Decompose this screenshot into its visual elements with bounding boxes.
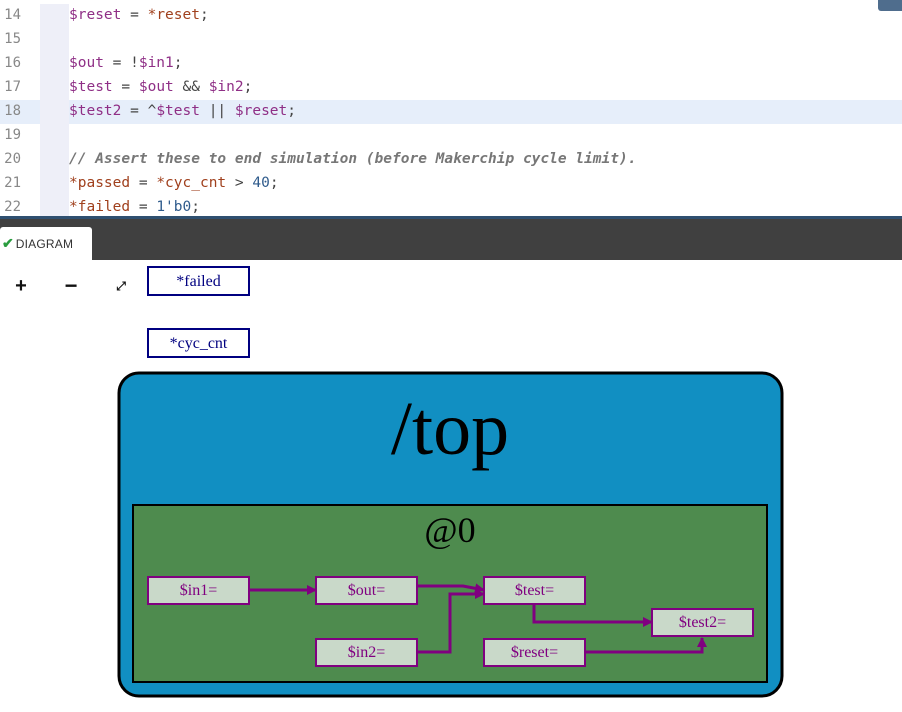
code-text: $test2 = ^$test || $reset;: [69, 103, 296, 119]
code-line[interactable]: 16 $out = !$in1;: [0, 52, 902, 76]
indent-guide: [40, 28, 69, 52]
line-number: 22: [4, 199, 21, 215]
node-in1-label: $in1=: [180, 582, 217, 599]
code-line[interactable]: 17 $test = $out && $in2;: [0, 76, 902, 100]
indent-guide: [40, 4, 69, 28]
node-test2[interactable]: $test2=: [651, 608, 754, 637]
signal-cyc-cnt[interactable]: *cyc_cnt: [147, 328, 250, 358]
code-token: *cyc_cnt: [156, 175, 227, 191]
node-in2[interactable]: $in2=: [315, 638, 418, 667]
code-token: *failed: [69, 199, 131, 215]
code-token: $test2: [69, 103, 122, 119]
code-line[interactable]: 15: [0, 28, 902, 52]
code-token: $test: [156, 103, 200, 119]
code-text: $test = $out && $in2;: [69, 79, 252, 95]
indent-guide: [40, 172, 69, 196]
line-number: 18: [4, 103, 21, 119]
code-token: = ^: [121, 103, 157, 119]
code-token: =: [112, 79, 139, 95]
code-token: ;: [243, 79, 253, 95]
indent-guide: [40, 148, 69, 172]
code-text: $out = !$in1;: [69, 55, 183, 71]
code-token: ;: [287, 103, 297, 119]
code-token: $out: [69, 55, 104, 71]
check-icon: ✔: [2, 235, 14, 251]
code-line[interactable]: 22 *failed = 1'b0;: [0, 196, 902, 216]
node-test-label: $test=: [515, 582, 554, 599]
code-token: 1'b0: [156, 199, 192, 215]
node-in1[interactable]: $in1=: [147, 576, 250, 605]
code-token: *passed: [69, 175, 131, 191]
diagram-canvas[interactable]: *failed *cyc_cnt /top @0 $in1= $out= $te…: [0, 260, 902, 712]
code-token: &&: [173, 79, 209, 95]
line-number: 14: [4, 7, 21, 23]
tab-diagram-label: DIAGRAM: [15, 236, 74, 251]
code-token: $in2: [208, 79, 244, 95]
line-number: 20: [4, 151, 21, 167]
line-number: 16: [4, 55, 21, 71]
code-token: *reset: [147, 7, 200, 23]
node-in2-label: $in2=: [348, 644, 385, 661]
node-reset[interactable]: $reset=: [483, 638, 586, 667]
code-token: ;: [269, 175, 279, 191]
code-token: =: [130, 175, 157, 191]
signal-failed-label: *failed: [176, 273, 220, 290]
code-line[interactable]: 20 // Assert these to end simulation (bef…: [0, 148, 902, 172]
code-text: // Assert these to end simulation (befor…: [69, 151, 636, 167]
node-reset-label: $reset=: [511, 644, 558, 661]
code-token: $test: [69, 79, 113, 95]
node-out[interactable]: $out=: [315, 576, 418, 605]
code-text: $reset = *reset;: [69, 7, 209, 23]
code-editor[interactable]: 14 $reset = *reset; 15 16 $out = !$in1; 17 $te…: [0, 0, 902, 216]
code-token: =: [130, 199, 157, 215]
line-number: 21: [4, 175, 21, 191]
node-test2-label: $test2=: [679, 614, 726, 631]
code-line[interactable]: 18 $test2 = ^$test || $reset;: [0, 100, 902, 124]
code-token: // Assert these to end simulation (befor…: [69, 151, 637, 167]
scope-top-label: /top: [391, 387, 509, 471]
line-number: 17: [4, 79, 21, 95]
indent-guide: [40, 52, 69, 76]
signal-cyc-cnt-label: *cyc_cnt: [170, 335, 228, 352]
code-line[interactable]: 14 $reset = *reset;: [0, 4, 902, 28]
code-token: ;: [191, 199, 200, 215]
panel-tab-bar: ✔ DIAGRAM: [0, 216, 902, 260]
node-out-label: $out=: [348, 582, 385, 599]
stage-0-label: @0: [424, 510, 475, 550]
code-token: >: [226, 175, 253, 191]
scrollbar-thumb[interactable]: [878, 0, 902, 11]
code-token: $reset: [69, 7, 122, 23]
code-token: 40: [252, 175, 270, 191]
line-number: 19: [4, 127, 21, 143]
code-token: $in1: [138, 55, 174, 71]
indent-guide: [40, 196, 69, 216]
code-token: ||: [199, 103, 235, 119]
code-line[interactable]: 19: [0, 124, 902, 148]
code-text: *failed = 1'b0;: [69, 199, 200, 215]
tab-diagram[interactable]: ✔ DIAGRAM: [0, 227, 92, 260]
code-token: $reset: [234, 103, 288, 119]
code-token: $out: [138, 79, 174, 95]
indent-guide: [40, 124, 69, 148]
code-line[interactable]: 21 *passed = *cyc_cnt > 40;: [0, 172, 902, 196]
indent-guide: [40, 76, 69, 100]
code-token: ;: [173, 55, 183, 71]
diagram-pane: + − ⤢ *failed *cyc_cnt /top @0 $in1= $ou…: [0, 260, 902, 712]
code-token: =: [121, 7, 148, 23]
code-token: = !: [103, 55, 139, 71]
indent-guide: [40, 100, 69, 124]
node-test[interactable]: $test=: [483, 576, 586, 605]
code-text: *passed = *cyc_cnt > 40;: [69, 175, 279, 191]
code-token: ;: [199, 7, 209, 23]
signal-failed[interactable]: *failed: [147, 266, 250, 296]
line-number: 15: [4, 31, 21, 47]
